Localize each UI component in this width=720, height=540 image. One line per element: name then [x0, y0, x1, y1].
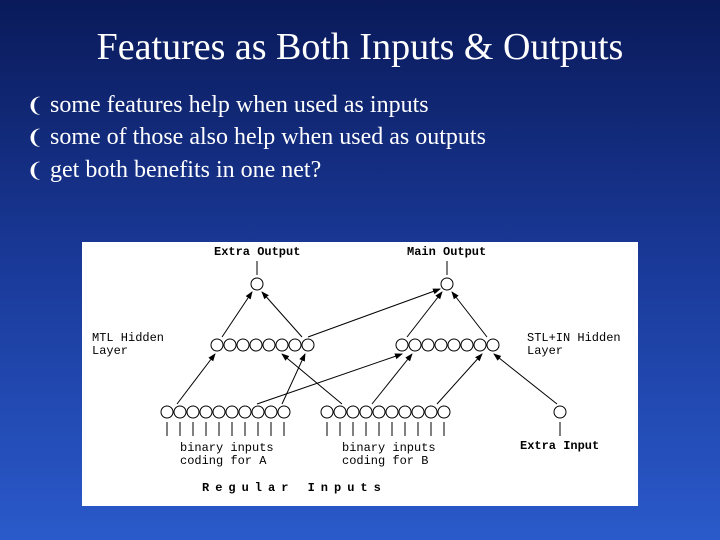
mtl-hidden-nodes: [211, 339, 314, 351]
label-stl-hidden: STL+IN Hidden Layer: [527, 332, 621, 358]
slide-title: Features as Both Inputs & Outputs: [0, 0, 720, 89]
label-extra-output: Extra Output: [214, 246, 300, 259]
network-diagram: Extra Output Main Output MTL Hidden Laye…: [82, 242, 638, 506]
bullet-list: ❨ some features help when used as inputs…: [0, 89, 720, 186]
bullet-text: some of those also help when used as out…: [50, 121, 486, 153]
bullet-item: ❨ some of those also help when used as o…: [25, 121, 720, 153]
label-mtl-hidden: MTL Hidden Layer: [92, 332, 164, 358]
bullet-text: get both benefits in one net?: [50, 154, 321, 186]
bullet-icon: ❨: [25, 125, 45, 152]
input-group-a: [161, 406, 290, 418]
label-binary-b: binary inputs coding for B: [342, 442, 436, 468]
label-extra-input: Extra Input: [520, 440, 599, 453]
label-regular-inputs: Regular Inputs: [202, 482, 387, 495]
bullet-item: ❨ some features help when used as inputs: [25, 89, 720, 121]
bullet-icon: ❨: [25, 93, 45, 120]
bullet-item: ❨ get both benefits in one net?: [25, 154, 720, 186]
bullet-icon: ❨: [25, 158, 45, 185]
label-main-output: Main Output: [407, 246, 486, 259]
stl-hidden-nodes: [396, 339, 499, 351]
input-group-b: [321, 406, 450, 418]
bullet-text: some features help when used as inputs: [50, 89, 429, 121]
label-binary-a: binary inputs coding for A: [180, 442, 274, 468]
